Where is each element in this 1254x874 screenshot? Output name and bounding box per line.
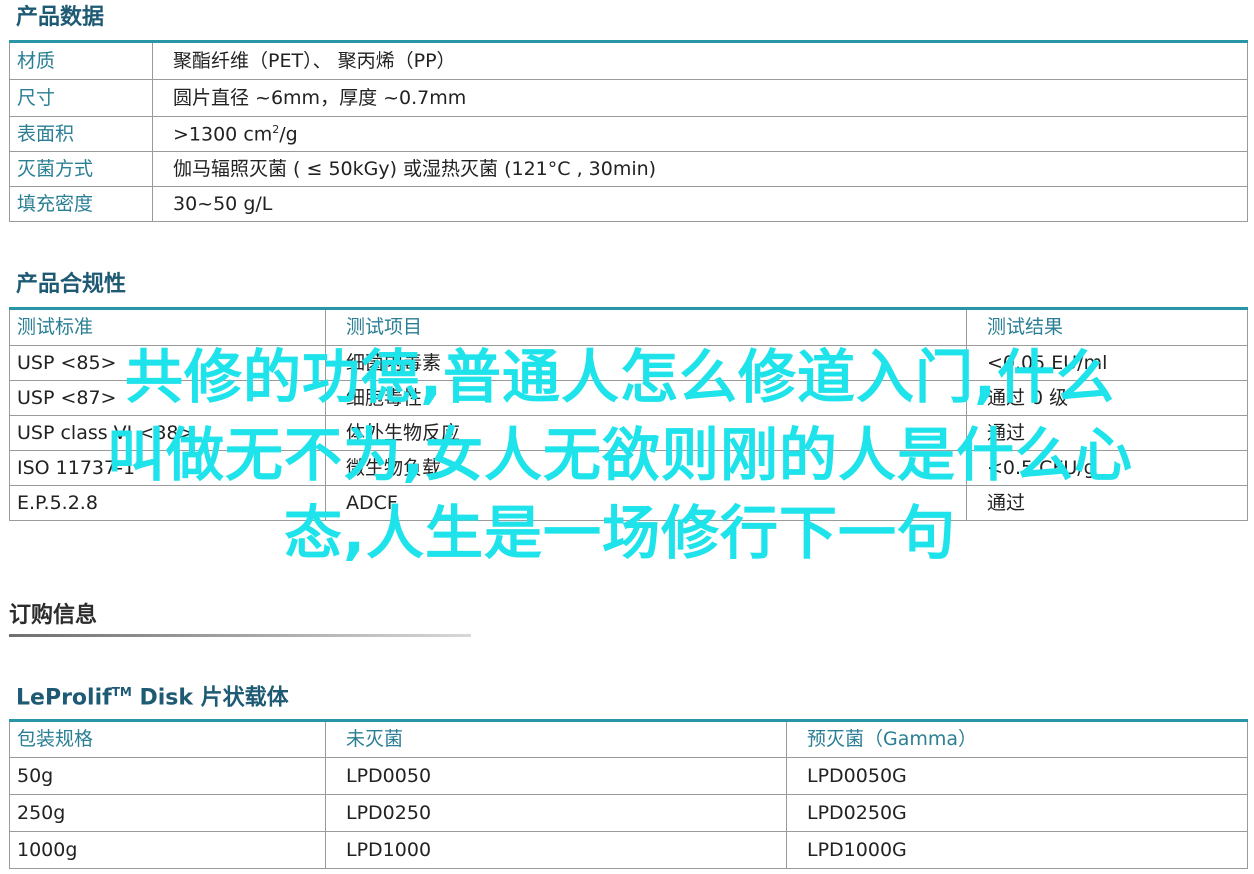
column-header: 测试标准 (9, 308, 326, 346)
table-cell: LPD0050 (325, 757, 787, 795)
table-row: ISO 11737-1 微生物负载 <0.5 CFU/g (9, 450, 1248, 486)
table-row: USP class VI <88> 体外生物反应 通过 (9, 415, 1248, 451)
table-row: 50g LPD0050 LPD0050G (9, 757, 1248, 795)
row-label: 填充密度 (9, 186, 153, 222)
table-header-row: 测试标准 测试项目 测试结果 (9, 308, 1248, 346)
table-row: 1000g LPD1000 LPD1000G (9, 831, 1248, 869)
table-row: E.P.5.2.8 ADCF 通过 (9, 485, 1248, 521)
compliance-table: 测试标准 测试项目 测试结果 USP <85> 细菌内毒素 <0.05 EU/m… (9, 307, 1248, 521)
column-header: 测试结果 (966, 308, 1248, 346)
table-cell: LPD0050G (786, 757, 1248, 795)
row-value: 伽马辐照灭菌 ( ≤ 50kGy) 或湿热灭菌 (121°C , 30min) (152, 151, 1248, 187)
section-title-compliance: 产品合规性 (16, 272, 127, 297)
product-name: Disk 片状载体 (131, 685, 289, 711)
table-row: 材质 聚酯纤维（PET）、 聚丙烯（PP） (9, 41, 1248, 80)
table-cell: 50g (9, 757, 326, 795)
table-cell: 微生物负载 (325, 450, 967, 486)
section-title-product-data: 产品数据 (16, 5, 105, 30)
row-value: 30~50 g/L (152, 186, 1248, 222)
table-cell: LPD1000G (786, 831, 1248, 869)
table-cell: 通过 (966, 485, 1248, 521)
table-cell: USP class VI <88> (9, 415, 326, 451)
table-cell: <0.05 EU/ml (966, 345, 1248, 381)
table-cell: <0.5 CFU/g (966, 450, 1248, 486)
table-cell: 1000g (9, 831, 326, 869)
table-cell: ADCF (325, 485, 967, 521)
table-cell: 通过 0 级 (966, 380, 1248, 416)
table-row: 灭菌方式 伽马辐照灭菌 ( ≤ 50kGy) 或湿热灭菌 (121°C , 30… (9, 151, 1248, 187)
order-table: 包装规格 未灭菌 预灭菌（Gamma） 50g LPD0050 LPD0050G… (9, 719, 1248, 869)
table-cell: LPD1000 (325, 831, 787, 869)
row-value: 聚酯纤维（PET）、 聚丙烯（PP） (152, 41, 1248, 80)
table-row: 表面积 >1300 cm2/g (9, 116, 1248, 152)
table-cell: E.P.5.2.8 (9, 485, 326, 521)
table-cell: 通过 (966, 415, 1248, 451)
table-cell: LPD0250 (325, 794, 787, 832)
row-label: 灭菌方式 (9, 151, 153, 187)
row-label: 材质 (9, 41, 153, 80)
table-cell: USP <85> (9, 345, 326, 381)
value-unit: /g (279, 123, 298, 146)
table-row: 250g LPD0250 LPD0250G (9, 794, 1248, 832)
brand-name: LeProlif (16, 685, 112, 711)
table-cell: LPD0250G (786, 794, 1248, 832)
table-row: 填充密度 30~50 g/L (9, 186, 1248, 222)
trademark-mark: TM (111, 685, 132, 699)
value-text: >1300 cm (173, 123, 273, 146)
table-cell: 250g (9, 794, 326, 832)
column-header: 包装规格 (9, 720, 326, 758)
table-cell: 细胞毒性 (325, 380, 967, 416)
product-data-table: 材质 聚酯纤维（PET）、 聚丙烯（PP） 尺寸 圆片直径 ~6mm，厚度 ~0… (9, 40, 1248, 222)
row-label: 表面积 (9, 116, 153, 152)
row-label: 尺寸 (9, 79, 153, 117)
table-row: 尺寸 圆片直径 ~6mm，厚度 ~0.7mm (9, 79, 1248, 117)
table-cell: 体外生物反应 (325, 415, 967, 451)
column-header: 未灭菌 (325, 720, 787, 758)
table-cell: 细菌内毒素 (325, 345, 967, 381)
row-value: 圆片直径 ~6mm，厚度 ~0.7mm (152, 79, 1248, 117)
table-row: USP <87> 细胞毒性 通过 0 级 (9, 380, 1248, 416)
section-title-leprolif-disk: LeProlifTM Disk 片状载体 (16, 686, 289, 709)
order-info-divider (9, 634, 471, 637)
column-header: 测试项目 (325, 308, 967, 346)
row-value: >1300 cm2/g (152, 116, 1248, 152)
table-cell: ISO 11737-1 (9, 450, 326, 486)
table-row: USP <85> 细菌内毒素 <0.05 EU/ml (9, 345, 1248, 381)
table-cell: USP <87> (9, 380, 326, 416)
section-title-order-info: 订购信息 (9, 603, 98, 628)
table-header-row: 包装规格 未灭菌 预灭菌（Gamma） (9, 720, 1248, 758)
column-header: 预灭菌（Gamma） (786, 720, 1248, 758)
